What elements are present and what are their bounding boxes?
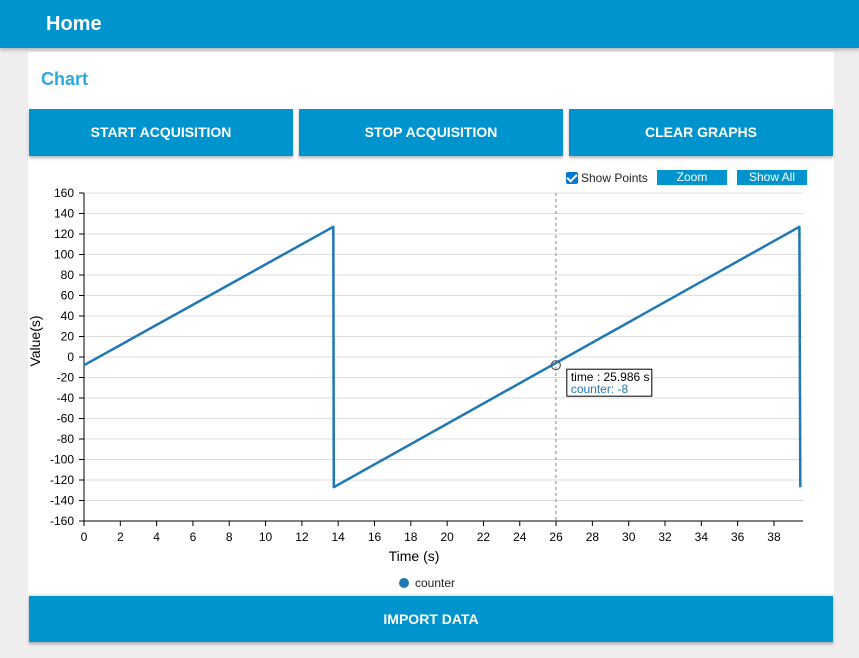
x-tick-label: 38 [767,530,781,544]
x-axis-ticks: 0 2 4 6 8 10 12 14 16 18 20 22 24 26 28 30 32 34 36 38 [81,521,781,544]
x-tick-label: 10 [259,530,273,544]
import-data-button[interactable]: IMPORT DATA [29,596,833,642]
x-tick-label: 20 [440,530,454,544]
x-tick-label: 22 [477,530,491,544]
legend: counter [399,576,455,590]
x-tick-label: 18 [404,530,418,544]
y-tick-label: -100 [50,453,74,467]
x-tick-label: 12 [295,530,309,544]
x-tick-label: 30 [622,530,636,544]
y-tick-label: -120 [50,473,74,487]
chart-grid [84,192,803,522]
legend-label-counter: counter [415,576,455,590]
x-axis-title: Time (s) [389,548,440,564]
line-chart: 160140120100806040200-20-40-60-80-100-12… [27,186,803,590]
y-tick-label: -60 [57,412,75,426]
y-tick-label: -160 [50,514,74,528]
y-axis-ticks: 160 140 120 100 80 60 40 20 0 -20 -40 -60 -80 -100 -12… [50,186,84,528]
y-tick-label: -20 [57,371,75,385]
legend-swatch-counter [399,578,409,588]
x-tick-label: 2 [117,530,124,544]
y-tick-label: 20 [61,330,75,344]
x-tick-label: 34 [695,530,709,544]
y-tick-label: 100 [54,248,74,262]
x-tick-label: 4 [153,530,160,544]
y-tick-label: 40 [61,309,75,323]
y-tick-label: 140 [54,207,74,221]
tooltip-series-value: counter: -8 [571,382,629,396]
y-axis-title: Value(s) [27,315,43,366]
x-tick-label: 32 [658,530,672,544]
x-tick-label: 6 [190,530,197,544]
x-tick-label: 14 [332,530,346,544]
y-tick-label: 0 [67,350,74,364]
y-tick-label: 160 [54,186,74,200]
x-tick-label: 26 [549,530,563,544]
x-tick-label: 16 [368,530,382,544]
y-tick-label: -140 [50,494,74,508]
x-tick-label: 8 [226,530,233,544]
x-tick-label: 24 [513,530,527,544]
x-tick-label: 36 [731,530,745,544]
y-tick-label: 60 [61,289,75,303]
x-tick-label: 28 [586,530,600,544]
y-tick-label: -40 [57,391,75,405]
tooltip: time : 25.986 s counter: -8 [566,368,653,397]
y-tick-label: 80 [61,268,75,282]
x-tick-label: 0 [81,530,88,544]
y-tick-label: -80 [57,432,75,446]
y-tick-label: 120 [54,227,74,241]
